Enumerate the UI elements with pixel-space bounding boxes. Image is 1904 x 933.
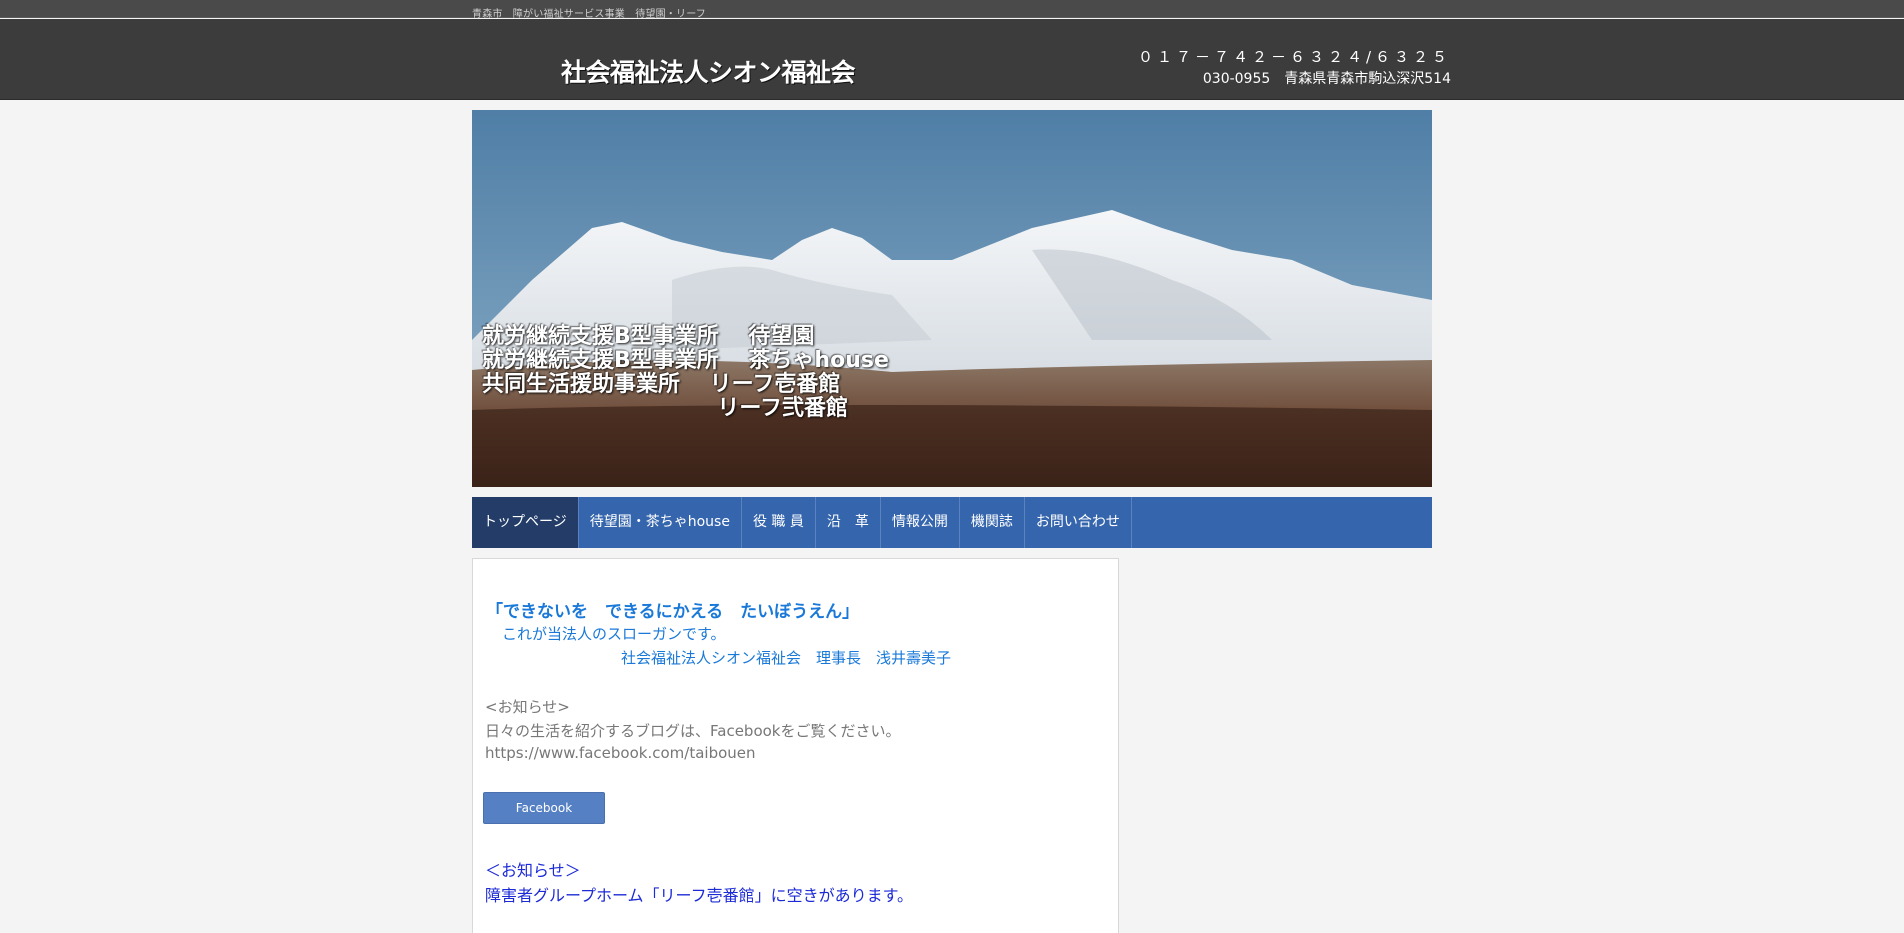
site-header: 社会福祉法人シオン福祉会 ０１７－７４２－６３２４/６３２５ 030-0955 … bbox=[0, 19, 1904, 100]
nav-item-taibouen-chachahouse[interactable]: 待望園・茶ちゃhouse bbox=[579, 497, 742, 548]
main-content: 「できないを できるにかえる たいぼうえん」 これが当法人のスローガンです。 社… bbox=[472, 558, 1119, 933]
nav-item-disclosure[interactable]: 情報公開 bbox=[881, 497, 960, 548]
nav-item-contact[interactable]: お問い合わせ bbox=[1025, 497, 1132, 548]
main-nav: トップページ 待望園・茶ちゃhouse 役 職 員 沿 革 情報公開 機関誌 お… bbox=[472, 497, 1432, 548]
hero-banner-image: 就労継続支援B型事業所 待望園 就労継続支援B型事業所 茶ちゃhouse 共同生… bbox=[472, 110, 1432, 487]
notice-label-2: ＜お知らせ＞ bbox=[485, 861, 581, 880]
slogan-subtext: これが当法人のスローガンです。 bbox=[502, 625, 726, 643]
contact-address: 030-0955 青森県青森市駒込深沢514 bbox=[1202, 71, 1451, 87]
hero-line: 就労継続支援B型事業所 茶ちゃhouse bbox=[482, 348, 889, 373]
notice-label: <お知らせ> bbox=[485, 698, 570, 716]
site-tagline: 青森市 障がい福祉サービス事業 待望園・リーフ bbox=[472, 9, 706, 20]
snowy-mountain-image bbox=[472, 110, 1432, 487]
nav-item-history[interactable]: 沿 革 bbox=[816, 497, 881, 548]
hero-line: 共同生活援助事業所 リーフ壱番館 bbox=[482, 372, 841, 397]
slogan: 「できないを できるにかえる たいぼうえん」 bbox=[486, 602, 860, 622]
chairperson-signature: 社会福祉法人シオン福祉会 理事長 浅井壽美子 bbox=[621, 649, 952, 667]
site-title[interactable]: 社会福祉法人シオン福祉会 bbox=[561, 53, 856, 89]
hero-line: 就労継続支援B型事業所 待望園 bbox=[482, 324, 815, 349]
facebook-url[interactable]: https://www.facebook.com/taibouen bbox=[485, 744, 756, 762]
nav-item-officers[interactable]: 役 職 員 bbox=[742, 497, 816, 548]
hero-facility-list: 就労継続支援B型事業所 待望園 就労継続支援B型事業所 茶ちゃhouse 共同生… bbox=[482, 325, 889, 421]
vacancy-notice: 障害者グループホーム「リーフ壱番館」に空きがあります。 bbox=[485, 886, 914, 905]
facebook-button[interactable]: Facebook bbox=[483, 792, 605, 824]
notice-text: 日々の生活を紹介するブログは、Facebookをご覧ください。 bbox=[485, 722, 901, 740]
hero-line: リーフ弐番館 bbox=[482, 396, 848, 421]
contact-phone: ０１７－７４２－６３２４/６３２５ bbox=[1137, 48, 1451, 66]
nav-item-newsletter[interactable]: 機関誌 bbox=[960, 497, 1025, 548]
nav-item-top[interactable]: トップページ bbox=[472, 497, 579, 548]
top-strip: 青森市 障がい福祉サービス事業 待望園・リーフ bbox=[0, 0, 1904, 20]
